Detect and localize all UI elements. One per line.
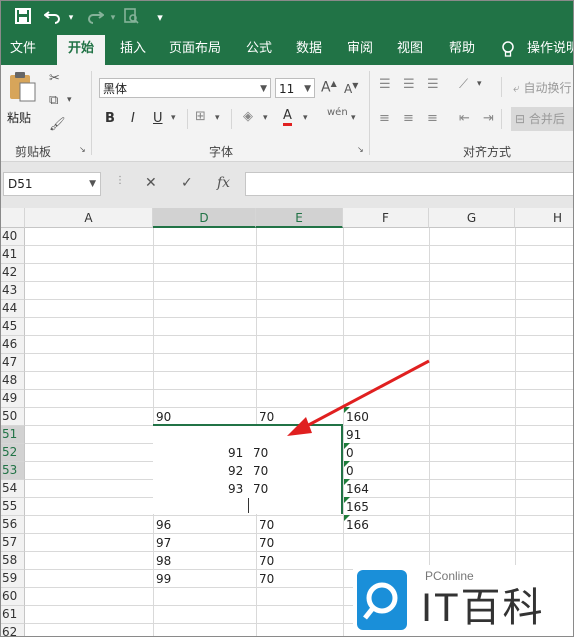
watermark-name: IT百科 (421, 586, 545, 630)
pconline-logo-icon (357, 570, 407, 630)
excel-window: ▾ ▾ ▾ 文件 开始 插入 页面布局 公式 数据 审阅 视图 帮助 操作说明 … (0, 0, 574, 637)
red-arrow-annotation (287, 359, 430, 436)
watermark-brand: PConline (425, 569, 474, 583)
watermark-logo: PConline IT百科 (353, 565, 573, 636)
